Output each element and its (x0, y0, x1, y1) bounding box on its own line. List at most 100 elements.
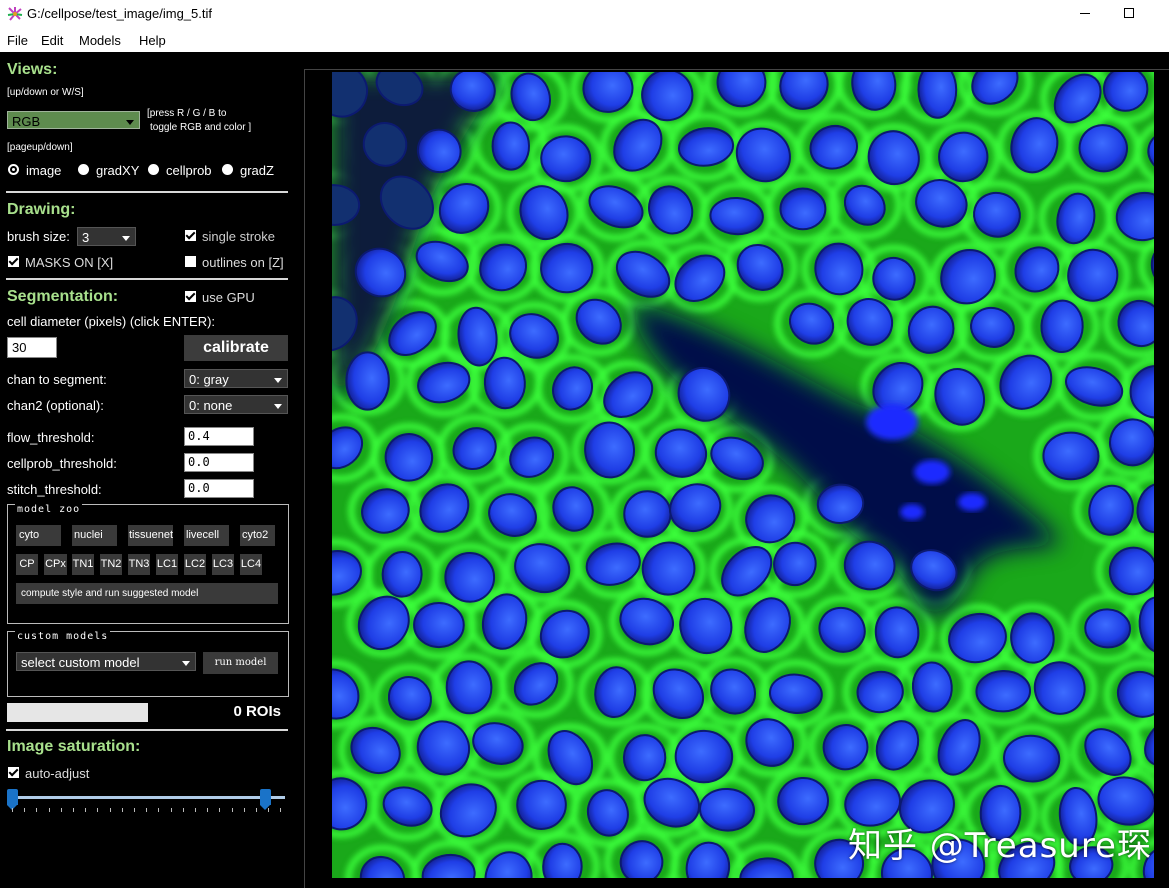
slider-tick (280, 808, 282, 812)
radio-cellprob-label: cellprob (166, 163, 212, 178)
cell-nucleus (674, 729, 734, 784)
saturation-heading: Image saturation: (7, 738, 141, 755)
views-hint-rgb-1: [press R / G / B to (147, 108, 227, 119)
slider-tick (60, 808, 62, 812)
segmentation-heading: Segmentation: (7, 288, 119, 305)
slider-tick (158, 808, 160, 812)
model-tn1-button[interactable]: TN1 (72, 554, 94, 575)
radio-gradxy-label: gradXY (96, 163, 140, 178)
brush-size-label: brush size: (7, 229, 70, 244)
model-lc1-button[interactable]: LC1 (156, 554, 178, 575)
compute-style-button[interactable]: compute style and run suggested model (16, 583, 278, 604)
slider-tick (121, 808, 123, 812)
slider-tick (207, 808, 209, 812)
outlines-on-checkbox[interactable] (185, 256, 196, 267)
outlines-on-label: outlines on [Z] (202, 255, 284, 270)
radio-gradxy[interactable] (78, 164, 89, 175)
cell-nucleus (345, 351, 390, 411)
cellpose-logo-icon (7, 7, 23, 21)
model-lc3-button[interactable]: LC3 (212, 554, 234, 575)
chevron-down-icon (122, 236, 130, 241)
menu-models[interactable]: Models (79, 33, 121, 48)
views-hint-pageupdown: [pageup/down] (7, 142, 73, 153)
model-nuclei-button[interactable]: nuclei (72, 525, 117, 546)
slider-low-handle[interactable] (7, 789, 18, 810)
model-tn3-button[interactable]: TN3 (128, 554, 150, 575)
slider-tick (12, 808, 13, 812)
minimize-button[interactable] (1061, 0, 1107, 28)
auto-adjust-checkbox[interactable] (8, 767, 19, 778)
lumen-stain (866, 404, 918, 440)
single-stroke-checkbox[interactable] (185, 230, 196, 241)
model-cyto2-button[interactable]: cyto2 (240, 525, 275, 546)
calibrate-button[interactable]: calibrate (184, 335, 288, 361)
slider-track (11, 796, 285, 799)
brush-size-select[interactable]: 3 (77, 227, 136, 246)
lumen-stain (958, 493, 986, 511)
cell-nucleus (623, 490, 672, 538)
cellprob-threshold-label: cellprob_threshold: (7, 456, 117, 471)
model-cp-button[interactable]: CP (16, 554, 38, 575)
title-bar: G:/cellpose/test_image/img_5.tif (0, 0, 1169, 28)
chan-value: 0: gray (189, 372, 229, 387)
model-livecell-button[interactable]: livecell (184, 525, 229, 546)
flow-threshold-input[interactable]: 0.4 (184, 427, 254, 446)
custom-model-select[interactable]: select custom model (16, 652, 196, 671)
masks-on-label: MASKS ON [X] (25, 255, 114, 270)
masks-on-checkbox[interactable] (8, 256, 19, 267)
chan-label: chan to segment: (7, 372, 107, 387)
view-select[interactable]: RGB (7, 111, 140, 129)
cell-nucleus (491, 121, 531, 171)
model-cpx-button[interactable]: CPx (44, 554, 67, 575)
slider-tick (195, 808, 196, 812)
divider (6, 729, 288, 731)
stitch-threshold-input[interactable]: 0.0 (184, 479, 254, 498)
diameter-input[interactable]: 30 (7, 337, 57, 358)
model-lc4-button[interactable]: LC4 (240, 554, 262, 575)
roi-count: 0 ROIs (233, 703, 281, 720)
chevron-down-icon (274, 404, 282, 409)
menu-help[interactable]: Help (139, 33, 166, 48)
cell-nucleus (413, 601, 465, 649)
chan2-select[interactable]: 0: none (184, 395, 288, 414)
slider-tick (109, 808, 111, 812)
chan2-value: 0: none (189, 398, 233, 413)
divider (6, 278, 288, 280)
use-gpu-label: use GPU (202, 290, 255, 305)
drawing-heading: Drawing: (7, 201, 76, 218)
watermark: 知乎 @Treasure琛 (848, 826, 1152, 866)
slider-tick (85, 808, 87, 812)
diameter-label: cell diameter (pixels) (click ENTER): (7, 314, 216, 329)
slider-tick (231, 808, 233, 812)
model-cyto-button[interactable]: cyto (16, 525, 61, 546)
chan-select[interactable]: 0: gray (184, 369, 288, 388)
maximize-button[interactable] (1107, 0, 1153, 28)
cellprob-threshold-input[interactable]: 0.0 (184, 453, 254, 472)
menu-bar: File Edit Models Help (0, 28, 1169, 52)
slider-tick (134, 808, 135, 812)
model-zoo-title: model zoo (15, 504, 83, 515)
progress-bar (7, 703, 148, 722)
menu-file[interactable]: File (7, 33, 28, 48)
radio-gradz[interactable] (222, 164, 233, 175)
run-model-button[interactable]: run model (203, 652, 278, 674)
cell-nucleus (1040, 299, 1084, 354)
model-tissuenet-button[interactable]: tissuenet (128, 525, 173, 546)
slider-tick (219, 808, 221, 812)
chan2-label: chan2 (optional): (7, 398, 104, 413)
use-gpu-checkbox[interactable] (185, 291, 196, 302)
slider-high-handle[interactable] (259, 789, 271, 810)
menu-edit[interactable]: Edit (41, 33, 63, 48)
slider-tick (36, 808, 38, 812)
slider-tick (24, 808, 26, 812)
model-tn2-button[interactable]: TN2 (100, 554, 122, 575)
slider-tick (256, 808, 257, 812)
radio-image[interactable] (8, 164, 19, 175)
views-heading: Views: (7, 61, 58, 78)
single-stroke-label: single stroke (202, 229, 275, 244)
control-panel: Views: [up/down or W/S] RGB [press R / G… (0, 52, 300, 888)
radio-cellprob[interactable] (148, 164, 159, 175)
model-lc2-button[interactable]: LC2 (184, 554, 206, 575)
saturation-slider[interactable] (7, 787, 289, 817)
microscopy-image[interactable] (332, 72, 1154, 878)
